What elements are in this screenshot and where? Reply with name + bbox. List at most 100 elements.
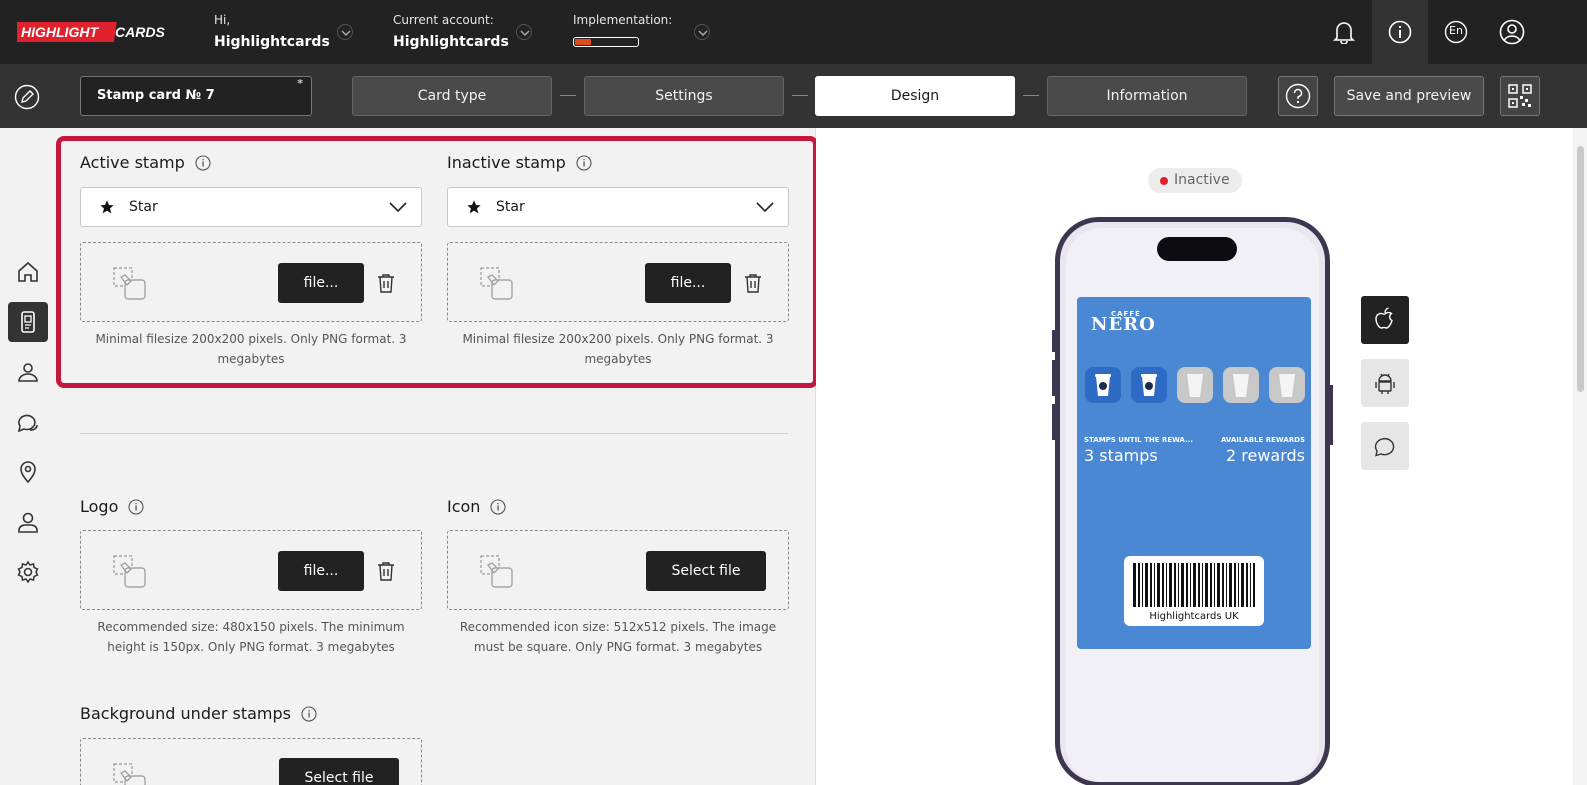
barcode-bar — [1166, 563, 1167, 607]
user-menu[interactable]: Hi, Highlightcards — [214, 13, 330, 50]
icon-upload[interactable]: Select file — [447, 530, 789, 610]
logo-file-button[interactable]: file... — [278, 551, 364, 591]
scrollbar-thumb[interactable] — [1577, 146, 1584, 392]
icon-hint: Recommended icon size: 512x512 pixels. T… — [459, 620, 777, 654]
logo-label: Logo — [80, 497, 119, 516]
account-label: Current account: — [393, 13, 494, 27]
inactive-stamp-upload[interactable]: file... — [447, 242, 789, 322]
trash-icon[interactable] — [377, 561, 395, 581]
notifications-bell-icon[interactable] — [1316, 0, 1372, 64]
inactive-stamp-file-button[interactable]: file... — [645, 263, 731, 303]
image-placeholder-icon — [113, 763, 146, 785]
clients-icon — [18, 363, 38, 382]
empty-cup-icon — [1233, 374, 1249, 397]
preview-message-button[interactable] — [1361, 422, 1409, 470]
brand-logo[interactable]: HIGHLIGHT CARDS — [17, 20, 165, 44]
inactive-stamp-hint: Minimal filesize 200x200 pixels. Only PN… — [462, 332, 774, 366]
active-stamp-select[interactable]: Star — [80, 187, 422, 227]
inactive-stamp-select[interactable]: Star — [447, 187, 789, 227]
barcode-bar — [1169, 563, 1172, 607]
phone-notch — [1157, 237, 1237, 261]
language-switcher[interactable]: En — [1428, 0, 1484, 64]
inactive-stamp-value: Star — [496, 199, 525, 215]
barcode-bar — [1253, 563, 1255, 607]
preview-ios-button[interactable] — [1361, 296, 1409, 344]
status-badge: Inactive — [1148, 168, 1242, 193]
card-name-value: Stamp card № 7 — [97, 88, 215, 103]
status-dot — [1160, 177, 1168, 185]
qr-code-button[interactable] — [1500, 76, 1540, 116]
barcode-bar — [1250, 563, 1251, 607]
image-placeholder-icon — [113, 267, 146, 300]
logo-upload[interactable]: file... — [80, 530, 422, 610]
icon-label: Icon — [447, 497, 481, 516]
preview-android-button[interactable] — [1361, 359, 1409, 407]
info-icon[interactable] — [1372, 0, 1428, 64]
background-label: Background under stamps — [80, 704, 291, 723]
sidebar — [0, 128, 56, 785]
phone-button — [1330, 385, 1333, 445]
barcode-bar — [1150, 563, 1152, 607]
sidebar-item-home[interactable] — [8, 252, 48, 292]
step-connector — [1023, 95, 1039, 96]
info-icon[interactable] — [128, 498, 144, 515]
icon-select-file-button[interactable]: Select file — [646, 551, 766, 591]
logo-hint: Recommended size: 480x150 pixels. The mi… — [97, 620, 405, 654]
trash-icon[interactable] — [377, 273, 395, 293]
stamp-inactive — [1177, 367, 1213, 403]
greeting-label: Hi, — [214, 13, 231, 27]
background-select-file-button[interactable]: Select file — [279, 758, 399, 785]
sidebar-item-messages[interactable] — [8, 402, 48, 442]
edit-pencil-icon[interactable] — [14, 84, 40, 114]
barcode-graphic — [1133, 563, 1255, 607]
profile-icon[interactable] — [1484, 0, 1540, 64]
account-menu[interactable]: Current account: Highlightcards — [393, 13, 509, 50]
inactive-stamp-section: Inactive stamp — [447, 153, 592, 172]
editor-toolbar: Stamp card № 7 * Card type Settings Desi… — [0, 64, 1587, 128]
info-icon[interactable] — [576, 154, 592, 171]
chevron-down-icon — [389, 202, 407, 213]
info-icon[interactable] — [301, 705, 317, 722]
step-card-type[interactable]: Card type — [352, 76, 552, 116]
barcode-bar — [1214, 563, 1215, 607]
stamps-until-reward-value: 3 stamps — [1084, 446, 1158, 465]
image-placeholder-icon — [480, 555, 513, 588]
trash-icon[interactable] — [744, 273, 762, 293]
sidebar-item-settings[interactable] — [8, 552, 48, 592]
svg-text:CARDS: CARDS — [115, 24, 165, 40]
chevron-down-icon — [756, 202, 774, 213]
account-name: Highlightcards — [393, 34, 509, 50]
implementation-chevron-icon[interactable] — [694, 24, 710, 40]
implementation-progress-fill — [575, 39, 591, 45]
step-information[interactable]: Information — [1047, 76, 1247, 116]
info-icon[interactable] — [490, 498, 507, 515]
implementation-menu[interactable]: Implementation: — [573, 13, 672, 47]
save-and-preview-button[interactable]: Save and preview — [1334, 76, 1484, 116]
android-icon — [1375, 373, 1395, 394]
step-design[interactable]: Design — [815, 76, 1015, 116]
sidebar-item-locations[interactable] — [8, 452, 48, 492]
sidebar-item-cards[interactable] — [8, 302, 48, 342]
image-placeholder-icon — [113, 555, 146, 588]
qr-code-icon — [1508, 84, 1532, 108]
info-icon[interactable] — [195, 154, 211, 171]
active-stamp-label: Active stamp — [80, 153, 185, 172]
account-menu-chevron-icon[interactable] — [516, 24, 532, 40]
card-name-input[interactable]: Stamp card № 7 * — [80, 76, 312, 116]
sidebar-item-clients[interactable] — [8, 352, 48, 392]
barcode-bar — [1145, 563, 1148, 607]
active-stamp-file-button[interactable]: file... — [278, 263, 364, 303]
user-icon — [18, 512, 38, 533]
implementation-progress — [573, 37, 639, 47]
help-button[interactable] — [1278, 76, 1318, 116]
sidebar-item-users[interactable] — [8, 502, 48, 542]
barcode-bar — [1217, 563, 1220, 607]
background-upload[interactable]: Select file — [80, 738, 422, 785]
barcode-bar — [1241, 563, 1244, 607]
location-icon — [20, 461, 36, 484]
barcode-bar — [1229, 563, 1232, 607]
barcode-bar — [1238, 563, 1239, 607]
user-menu-chevron-icon[interactable] — [337, 24, 353, 40]
active-stamp-upload[interactable]: file... — [80, 242, 422, 322]
step-settings[interactable]: Settings — [584, 76, 784, 116]
